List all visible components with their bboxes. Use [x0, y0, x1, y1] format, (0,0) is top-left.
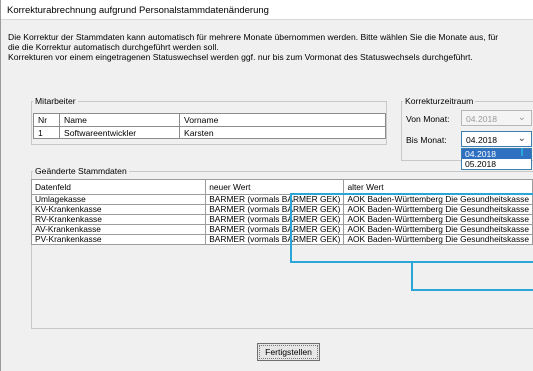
chevron-down-icon: ⌄: [517, 112, 526, 123]
description-text: Die Korrektur der Stammdaten kann automa…: [8, 32, 533, 62]
column-header-datenfeld[interactable]: Datenfeld: [30, 179, 207, 195]
von-monat-select[interactable]: 04.2018 ⌄: [461, 110, 532, 126]
title-bar: Korrekturabrechnung aufgrund Personalsta…: [1, 0, 533, 20]
korrekturzeitraum-group-label: Korrekturzeitraum: [403, 96, 476, 106]
cell-datenfeld: KV-Krankenkasse: [30, 204, 207, 215]
mitarbeiter-table: Nr Name Vorname 1 Softwareentwickler Kar…: [33, 113, 386, 139]
table-row[interactable]: 1 Softwareentwickler Karsten: [33, 126, 386, 139]
column-header-nr[interactable]: Nr: [33, 113, 60, 127]
window-title: Korrekturabrechnung aufgrund Personalsta…: [7, 5, 269, 16]
cell-datenfeld: RV-Krankenkasse: [30, 214, 207, 225]
column-header-vorname[interactable]: Vorname: [179, 113, 386, 127]
description-line-1: Die Korrektur der Stammdaten kann automa…: [8, 32, 499, 42]
bis-monat-label: Bis Monat:: [406, 135, 447, 145]
von-monat-label: Von Monat:: [406, 114, 450, 124]
cell-datenfeld: AV-Krankenkasse: [30, 224, 207, 235]
bis-monat-value: 04.2018: [466, 135, 498, 145]
cell-vorname: Karsten: [179, 126, 386, 139]
von-monat-value: 04.2018: [466, 114, 498, 124]
cell-name: Softwareentwickler: [59, 126, 180, 139]
description-line-2: die die Korrektur automatisch durchgefüh…: [8, 42, 219, 52]
column-header-name[interactable]: Name: [59, 113, 180, 127]
description-line-3: Korrekturen vor einem eingetragenen Stat…: [8, 52, 473, 62]
chevron-down-icon: ⌄: [517, 133, 526, 144]
highlight-connector-horizontal: [411, 289, 533, 291]
highlight-box-stammdaten-values: [290, 193, 533, 263]
cell-datenfeld: PV-Krankenkasse: [30, 234, 207, 245]
dropdown-option[interactable]: 05.2018: [462, 159, 531, 169]
fertigstellen-button[interactable]: Fertigstellen: [257, 343, 320, 361]
table-header-row: Nr Name Vorname: [33, 113, 386, 127]
stammdaten-group-label: Geänderte Stammdaten: [33, 166, 129, 176]
highlight-connector-vertical-left: [411, 263, 413, 291]
bis-monat-select[interactable]: 04.2018 ⌄: [461, 131, 532, 147]
highlight-connector-dropdown: [521, 148, 523, 156]
cell-nr: 1: [33, 126, 60, 139]
mitarbeiter-group-label: Mitarbeiter: [33, 96, 78, 106]
dialog-window: Korrekturabrechnung aufgrund Personalsta…: [0, 0, 533, 371]
cell-datenfeld: Umlagekasse: [30, 194, 207, 205]
